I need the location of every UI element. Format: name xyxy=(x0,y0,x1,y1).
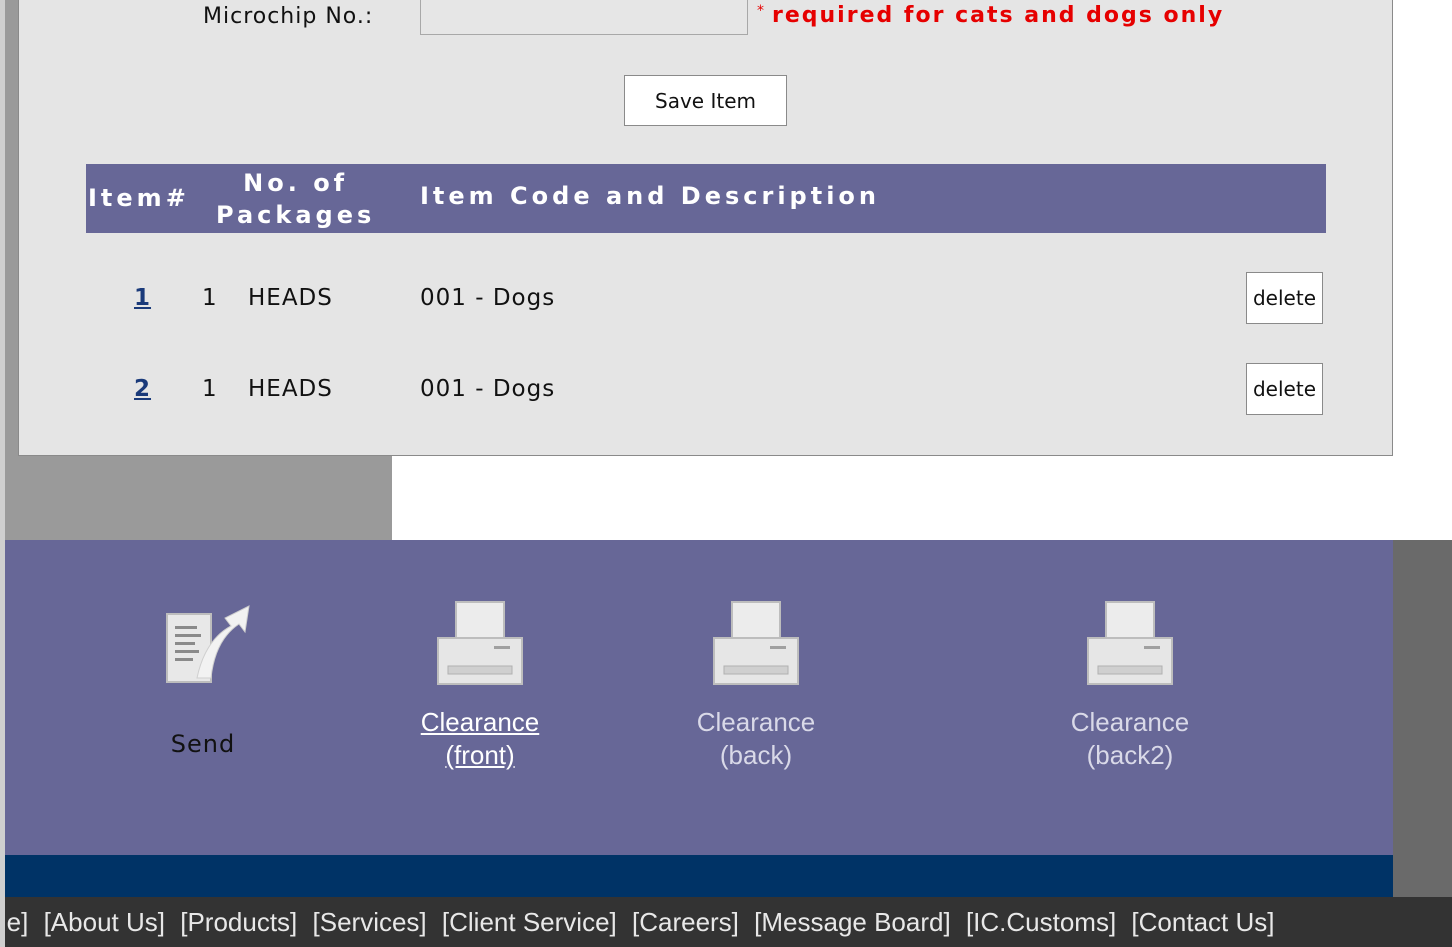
clearance-back-line2: (back) xyxy=(719,740,793,770)
required-note: * required for cats and dogs only xyxy=(757,3,1224,28)
header-description: Item Code and Description xyxy=(420,182,880,210)
clearance-back-line1: Clearance xyxy=(696,707,816,737)
footer-nav: me] [About Us] [Products] [Services] [Cl… xyxy=(0,897,1452,947)
microchip-label: Microchip No.: xyxy=(203,4,374,29)
item-entry-panel: Microchip No.: * required for cats and do… xyxy=(18,0,1393,456)
required-star: * xyxy=(757,3,766,19)
clearance-back2-line1: Clearance xyxy=(1070,707,1190,737)
printer-icon xyxy=(437,601,523,685)
navy-divider-bar xyxy=(5,855,1393,897)
clearance-front-action[interactable]: Clearance (front) xyxy=(400,598,560,772)
items-table-header: Item# No. of Packages Item Code and Desc… xyxy=(86,164,1326,233)
footer-link-about-us[interactable]: [About Us] xyxy=(44,907,165,937)
printer-icon xyxy=(713,601,799,685)
background-white-block xyxy=(392,455,1442,540)
delete-item-button[interactable]: delete xyxy=(1246,272,1323,324)
item-description: 001 - Dogs xyxy=(420,376,556,402)
send-action[interactable]: Send xyxy=(143,600,263,761)
footer-links: me] [About Us] [Products] [Services] [Cl… xyxy=(0,907,1282,938)
footer-link-contact-us[interactable]: [Contact Us] xyxy=(1131,907,1274,937)
footer-link-services[interactable]: [Services] xyxy=(313,907,427,937)
header-item-number: Item# xyxy=(88,184,190,212)
package-count: 1 xyxy=(202,285,218,311)
delete-item-button[interactable]: delete xyxy=(1246,363,1323,415)
clearance-back2-line2: (back2) xyxy=(1086,740,1174,770)
microchip-input[interactable] xyxy=(420,0,748,35)
footer-link-ic-customs[interactable]: [IC.Customs] xyxy=(966,907,1116,937)
footer-link-careers[interactable]: [Careers] xyxy=(632,907,739,937)
background-right-gutter xyxy=(1442,0,1452,540)
printer-icon xyxy=(1087,601,1173,685)
footer-link-message-board[interactable]: [Message Board] xyxy=(754,907,951,937)
header-packages-line1: No. of xyxy=(243,169,349,197)
item-number-link[interactable]: 1 xyxy=(134,285,151,311)
send-document-icon xyxy=(166,605,250,683)
right-scroll-strip xyxy=(1393,540,1452,897)
item-description: 001 - Dogs xyxy=(420,285,556,311)
package-count: 1 xyxy=(202,376,218,402)
action-bar: Send Clearance (front) Clearance (back) xyxy=(5,540,1393,855)
left-window-edge xyxy=(0,0,5,947)
header-packages: No. of Packages xyxy=(216,167,375,231)
package-unit: HEADS xyxy=(248,285,333,311)
footer-link-products[interactable]: [Products] xyxy=(180,907,297,937)
send-label: Send xyxy=(170,730,236,758)
clearance-back-action: Clearance (back) xyxy=(676,598,836,772)
save-item-button[interactable]: Save Item xyxy=(624,75,787,126)
clearance-back2-action: Clearance (back2) xyxy=(1050,598,1210,772)
required-note-text: required for cats and dogs only xyxy=(772,3,1225,28)
item-number-link[interactable]: 2 xyxy=(134,376,151,402)
clearance-front-line1[interactable]: Clearance xyxy=(400,706,560,739)
footer-link-client-service[interactable]: [Client Service] xyxy=(442,907,617,937)
header-packages-line2: Packages xyxy=(216,201,376,229)
table-row: 2 1 HEADS 001 - Dogs delete xyxy=(19,363,1394,423)
package-unit: HEADS xyxy=(248,376,333,402)
table-row: 1 1 HEADS 001 - Dogs delete xyxy=(19,272,1394,332)
clearance-front-line2[interactable]: (front) xyxy=(400,739,560,772)
